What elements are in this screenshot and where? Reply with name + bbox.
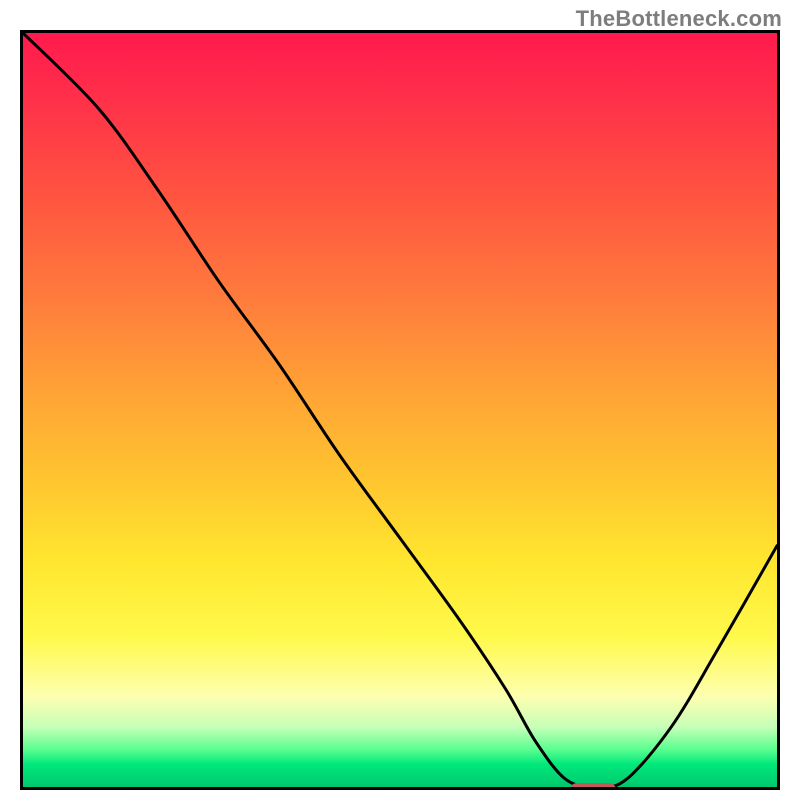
chart-container <box>20 30 780 790</box>
bottleneck-curve <box>23 33 777 787</box>
watermark-text: TheBottleneck.com <box>576 6 782 32</box>
curve-path <box>23 33 777 787</box>
optimal-zone-marker <box>570 783 616 790</box>
